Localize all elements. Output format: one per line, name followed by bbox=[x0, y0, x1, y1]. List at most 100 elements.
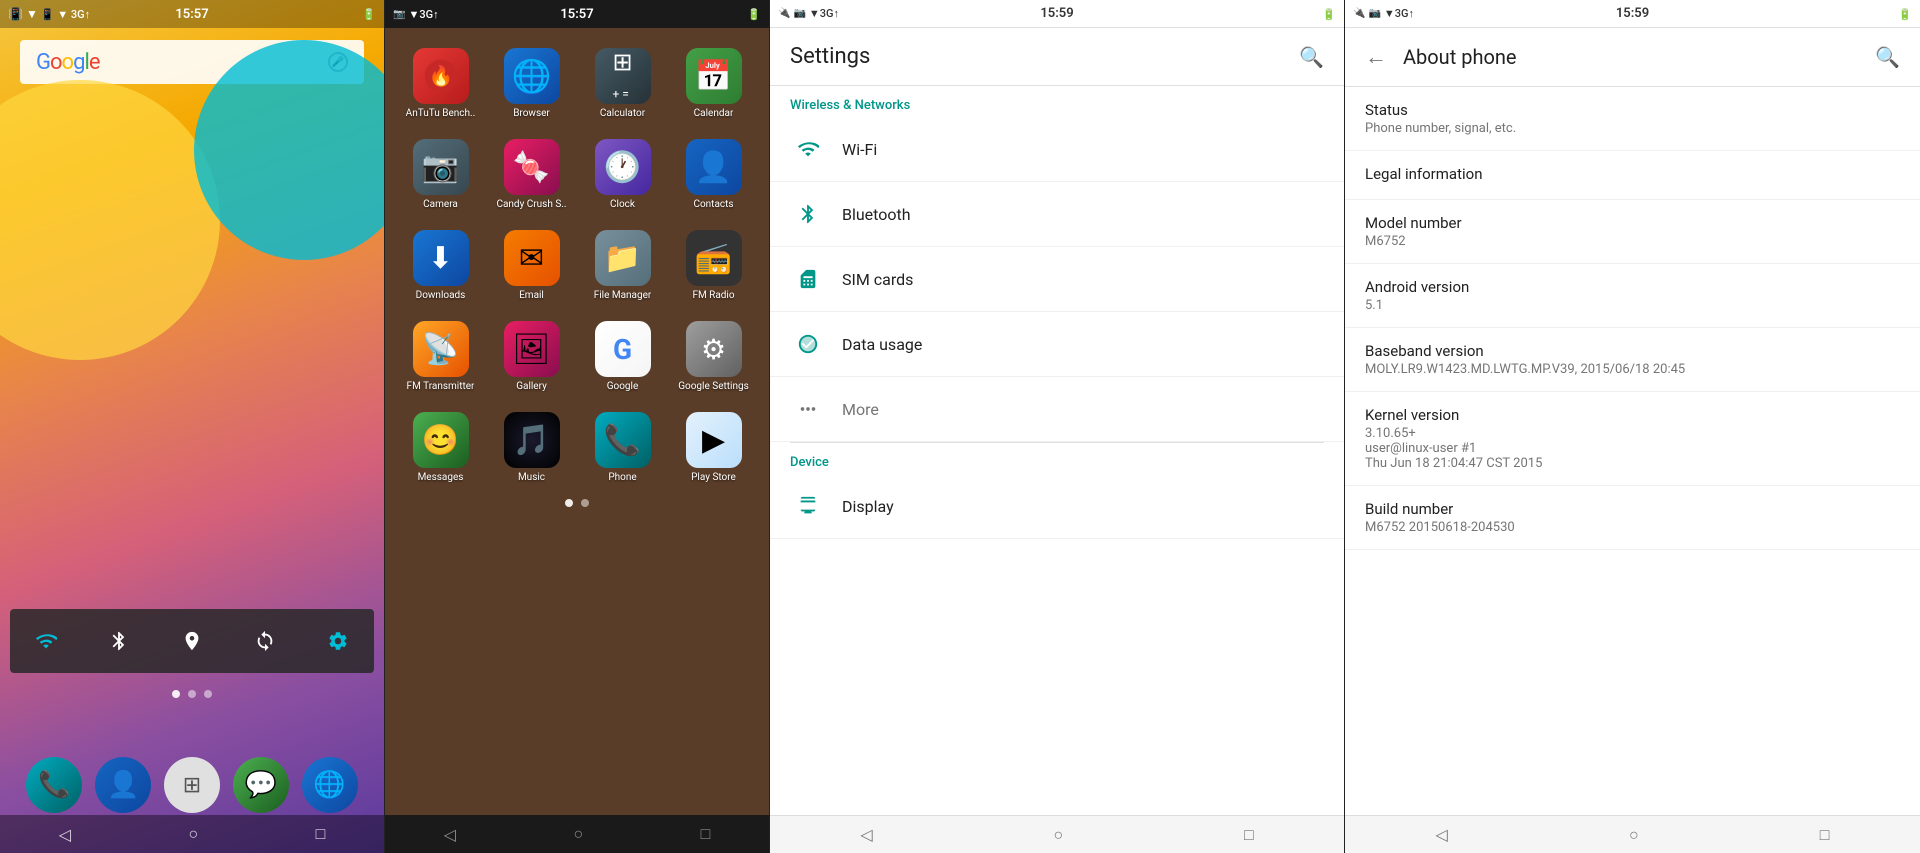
back-btn-drawer[interactable]: ◁ bbox=[444, 825, 456, 844]
about-model[interactable]: Model number M6752 bbox=[1345, 200, 1920, 264]
fmradio-label: FM Radio bbox=[692, 290, 734, 301]
app-email[interactable]: ✉ Email bbox=[488, 222, 575, 309]
battery-settings-icon: 🔋 bbox=[1322, 8, 1336, 21]
app-calendar[interactable]: 📅 Calendar bbox=[670, 40, 757, 127]
back-arrow-icon[interactable]: ← bbox=[1365, 44, 1387, 70]
wifi-setting[interactable]: Wi-Fi bbox=[770, 117, 1344, 182]
app-downloads[interactable]: ⬇ Downloads bbox=[397, 222, 484, 309]
about-status[interactable]: Status Phone number, signal, etc. bbox=[1345, 87, 1920, 151]
googlesettings-label: Google Settings bbox=[678, 381, 749, 392]
back-btn-about[interactable]: ◁ bbox=[1436, 825, 1448, 844]
data-usage-setting[interactable]: Data usage bbox=[770, 312, 1344, 377]
calculator-label: Calculator bbox=[600, 108, 645, 119]
dock-browser[interactable]: 🌐 bbox=[302, 757, 358, 813]
app-antutu[interactable]: 🔥 AnTuTu Bench.. bbox=[397, 40, 484, 127]
android-value: 5.1 bbox=[1365, 298, 1900, 313]
qs-bluetooth-icon[interactable] bbox=[99, 621, 139, 661]
app-playstore[interactable]: ▶ Play Store bbox=[670, 404, 757, 491]
app-contacts[interactable]: 👤 Contacts bbox=[670, 131, 757, 218]
about-legal[interactable]: Legal information bbox=[1345, 151, 1920, 200]
app-fmradio[interactable]: 📻 FM Radio bbox=[670, 222, 757, 309]
status-left-icons: 📳 ▼ 📱 ▼ 3G↑ bbox=[8, 7, 90, 21]
bluetooth-setting[interactable]: Bluetooth bbox=[770, 182, 1344, 247]
network-about: ▼3G↑ bbox=[1384, 7, 1414, 20]
contacts-label: Contacts bbox=[693, 199, 733, 210]
nav-bar-about: ◁ ○ □ bbox=[1345, 815, 1920, 853]
music-label: Music bbox=[518, 472, 545, 483]
app-camera[interactable]: 📷 Camera bbox=[397, 131, 484, 218]
candy-icon: 🍬 bbox=[504, 139, 560, 195]
nav-bar-drawer: ◁ ○ □ bbox=[385, 815, 769, 853]
sim-setting[interactable]: SIM cards bbox=[770, 247, 1344, 312]
status-left-drawer: 📷 ▼3G↑ bbox=[393, 8, 439, 21]
more-setting[interactable]: More bbox=[770, 377, 1344, 442]
sim-label: SIM cards bbox=[842, 270, 913, 289]
dot-2 bbox=[188, 690, 196, 698]
more-label: More bbox=[842, 400, 879, 419]
home-btn-drawer[interactable]: ○ bbox=[573, 824, 583, 844]
app-fmtransmitter[interactable]: 📡 FM Transmitter bbox=[397, 313, 484, 400]
app-filemanager[interactable]: 📁 File Manager bbox=[579, 222, 666, 309]
wifi-label: Wi-Fi bbox=[842, 140, 877, 159]
calculator-icon: ⊞+ = bbox=[595, 48, 651, 104]
about-kernel[interactable]: Kernel version 3.10.65+ user@linux-user … bbox=[1345, 392, 1920, 486]
settings-title: Settings bbox=[790, 44, 870, 69]
email-icon: ✉ bbox=[504, 230, 560, 286]
qs-location-icon[interactable] bbox=[172, 621, 212, 661]
screenshot-icon-about: 📷 bbox=[1368, 8, 1380, 19]
settings-time: 15:59 bbox=[1040, 6, 1073, 21]
nav-bar-settings: ◁ ○ □ bbox=[770, 815, 1344, 853]
dot-1 bbox=[172, 690, 180, 698]
app-gallery[interactable]: 🖼 Gallery bbox=[488, 313, 575, 400]
settings-search-icon[interactable]: 🔍 bbox=[1299, 45, 1324, 69]
about-search-icon[interactable]: 🔍 bbox=[1875, 45, 1900, 69]
status-right-icons: 🔋 bbox=[362, 7, 376, 21]
google-logo: Google bbox=[36, 50, 99, 75]
dock-contacts[interactable]: 👤 bbox=[95, 757, 151, 813]
about-android[interactable]: Android version 5.1 bbox=[1345, 264, 1920, 328]
battery-drawer: 🔋 bbox=[747, 7, 761, 21]
fmtransmitter-icon: 📡 bbox=[413, 321, 469, 377]
app-candy[interactable]: 🍬 Candy Crush S.. bbox=[488, 131, 575, 218]
about-baseband[interactable]: Baseband version MOLY.LR9.W1423.MD.LWTG.… bbox=[1345, 328, 1920, 392]
calendar-icon: 📅 bbox=[686, 48, 742, 104]
qs-settings-icon[interactable] bbox=[318, 621, 358, 661]
app-phone[interactable]: 📞 Phone bbox=[579, 404, 666, 491]
home-button[interactable]: ○ bbox=[188, 824, 198, 844]
back-button[interactable]: ◁ bbox=[59, 825, 71, 844]
playstore-icon: ▶ bbox=[686, 412, 742, 468]
browser-label: Browser bbox=[513, 108, 550, 119]
display-setting[interactable]: Display bbox=[770, 474, 1344, 539]
qs-wifi-icon[interactable] bbox=[26, 621, 66, 661]
status-bar-about: 🔌 📷 ▼3G↑ 15:59 🔋 bbox=[1345, 0, 1920, 28]
drawer-time: 15:57 bbox=[560, 7, 593, 22]
recents-button[interactable]: □ bbox=[316, 824, 326, 844]
clock-icon: 🕐 bbox=[595, 139, 651, 195]
app-browser[interactable]: 🌐 Browser bbox=[488, 40, 575, 127]
app-clock[interactable]: 🕐 Clock bbox=[579, 131, 666, 218]
calendar-label: Calendar bbox=[694, 108, 734, 119]
build-value: M6752 20150618-204530 bbox=[1365, 520, 1900, 535]
qs-sync-icon[interactable] bbox=[245, 621, 285, 661]
about-build[interactable]: Build number M6752 20150618-204530 bbox=[1345, 486, 1920, 550]
fmtransmitter-label: FM Transmitter bbox=[407, 381, 475, 392]
dock-launcher[interactable]: ⊞ bbox=[164, 757, 220, 813]
app-music[interactable]: 🎵 Music bbox=[488, 404, 575, 491]
about-time: 15:59 bbox=[1616, 6, 1649, 21]
dock-phone[interactable]: 📞 bbox=[26, 757, 82, 813]
home-btn-settings[interactable]: ○ bbox=[1053, 825, 1063, 845]
dock-messages[interactable]: 💬 bbox=[233, 757, 289, 813]
home-btn-about[interactable]: ○ bbox=[1629, 825, 1639, 845]
page-indicators bbox=[0, 690, 384, 698]
recents-btn-about[interactable]: □ bbox=[1820, 825, 1830, 845]
back-btn-settings[interactable]: ◁ bbox=[860, 825, 872, 844]
antutu-icon: 🔥 bbox=[413, 48, 469, 104]
app-google[interactable]: G Google bbox=[579, 313, 666, 400]
phone-label: Phone bbox=[608, 472, 636, 483]
recents-btn-drawer[interactable]: □ bbox=[701, 824, 711, 844]
app-googlesettings[interactable]: ⚙ Google Settings bbox=[670, 313, 757, 400]
app-calculator[interactable]: ⊞+ = Calculator bbox=[579, 40, 666, 127]
bluetooth-setting-icon bbox=[790, 196, 826, 232]
app-messages[interactable]: 😊 Messages bbox=[397, 404, 484, 491]
recents-btn-settings[interactable]: □ bbox=[1244, 825, 1254, 845]
